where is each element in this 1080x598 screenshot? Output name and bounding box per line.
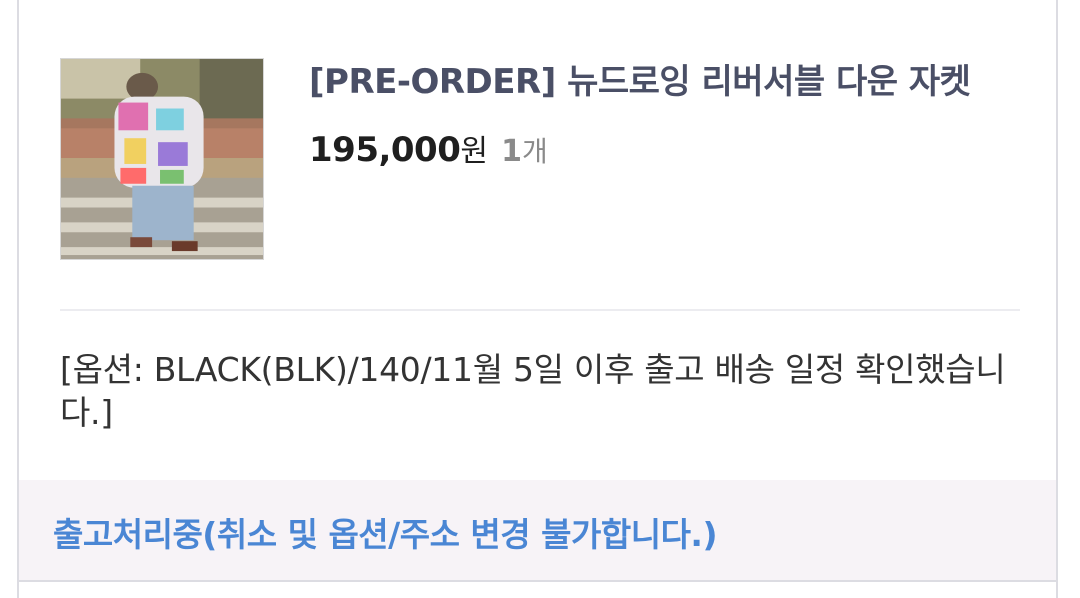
divider xyxy=(60,309,1020,311)
price-row: 195,000원 1개 xyxy=(309,128,548,178)
product-title[interactable]: [PRE-ORDER] 뉴드로잉 리버서블 다운 자켓 xyxy=(309,54,971,103)
quantity-unit: 개 xyxy=(521,135,548,168)
order-item-card: [PRE-ORDER] 뉴드로잉 리버서블 다운 자켓 195,000원 1개 … xyxy=(17,0,1058,598)
product-quantity: 1 xyxy=(501,134,522,169)
order-status-bar: 출고처리중(취소 및 옵션/주소 변경 불가합니다.) xyxy=(19,480,1056,582)
price-unit: 원 xyxy=(460,134,488,169)
order-status-text: 출고처리중(취소 및 옵션/주소 변경 불가합니다.) xyxy=(53,515,718,554)
product-photo-icon xyxy=(61,59,263,259)
product-image[interactable] xyxy=(60,58,264,260)
product-price: 195,000 xyxy=(309,130,461,170)
product-option-text: [옵션: BLACK(BLK)/140/11월 5일 이후 출고 배송 일정 확… xyxy=(60,350,1006,432)
